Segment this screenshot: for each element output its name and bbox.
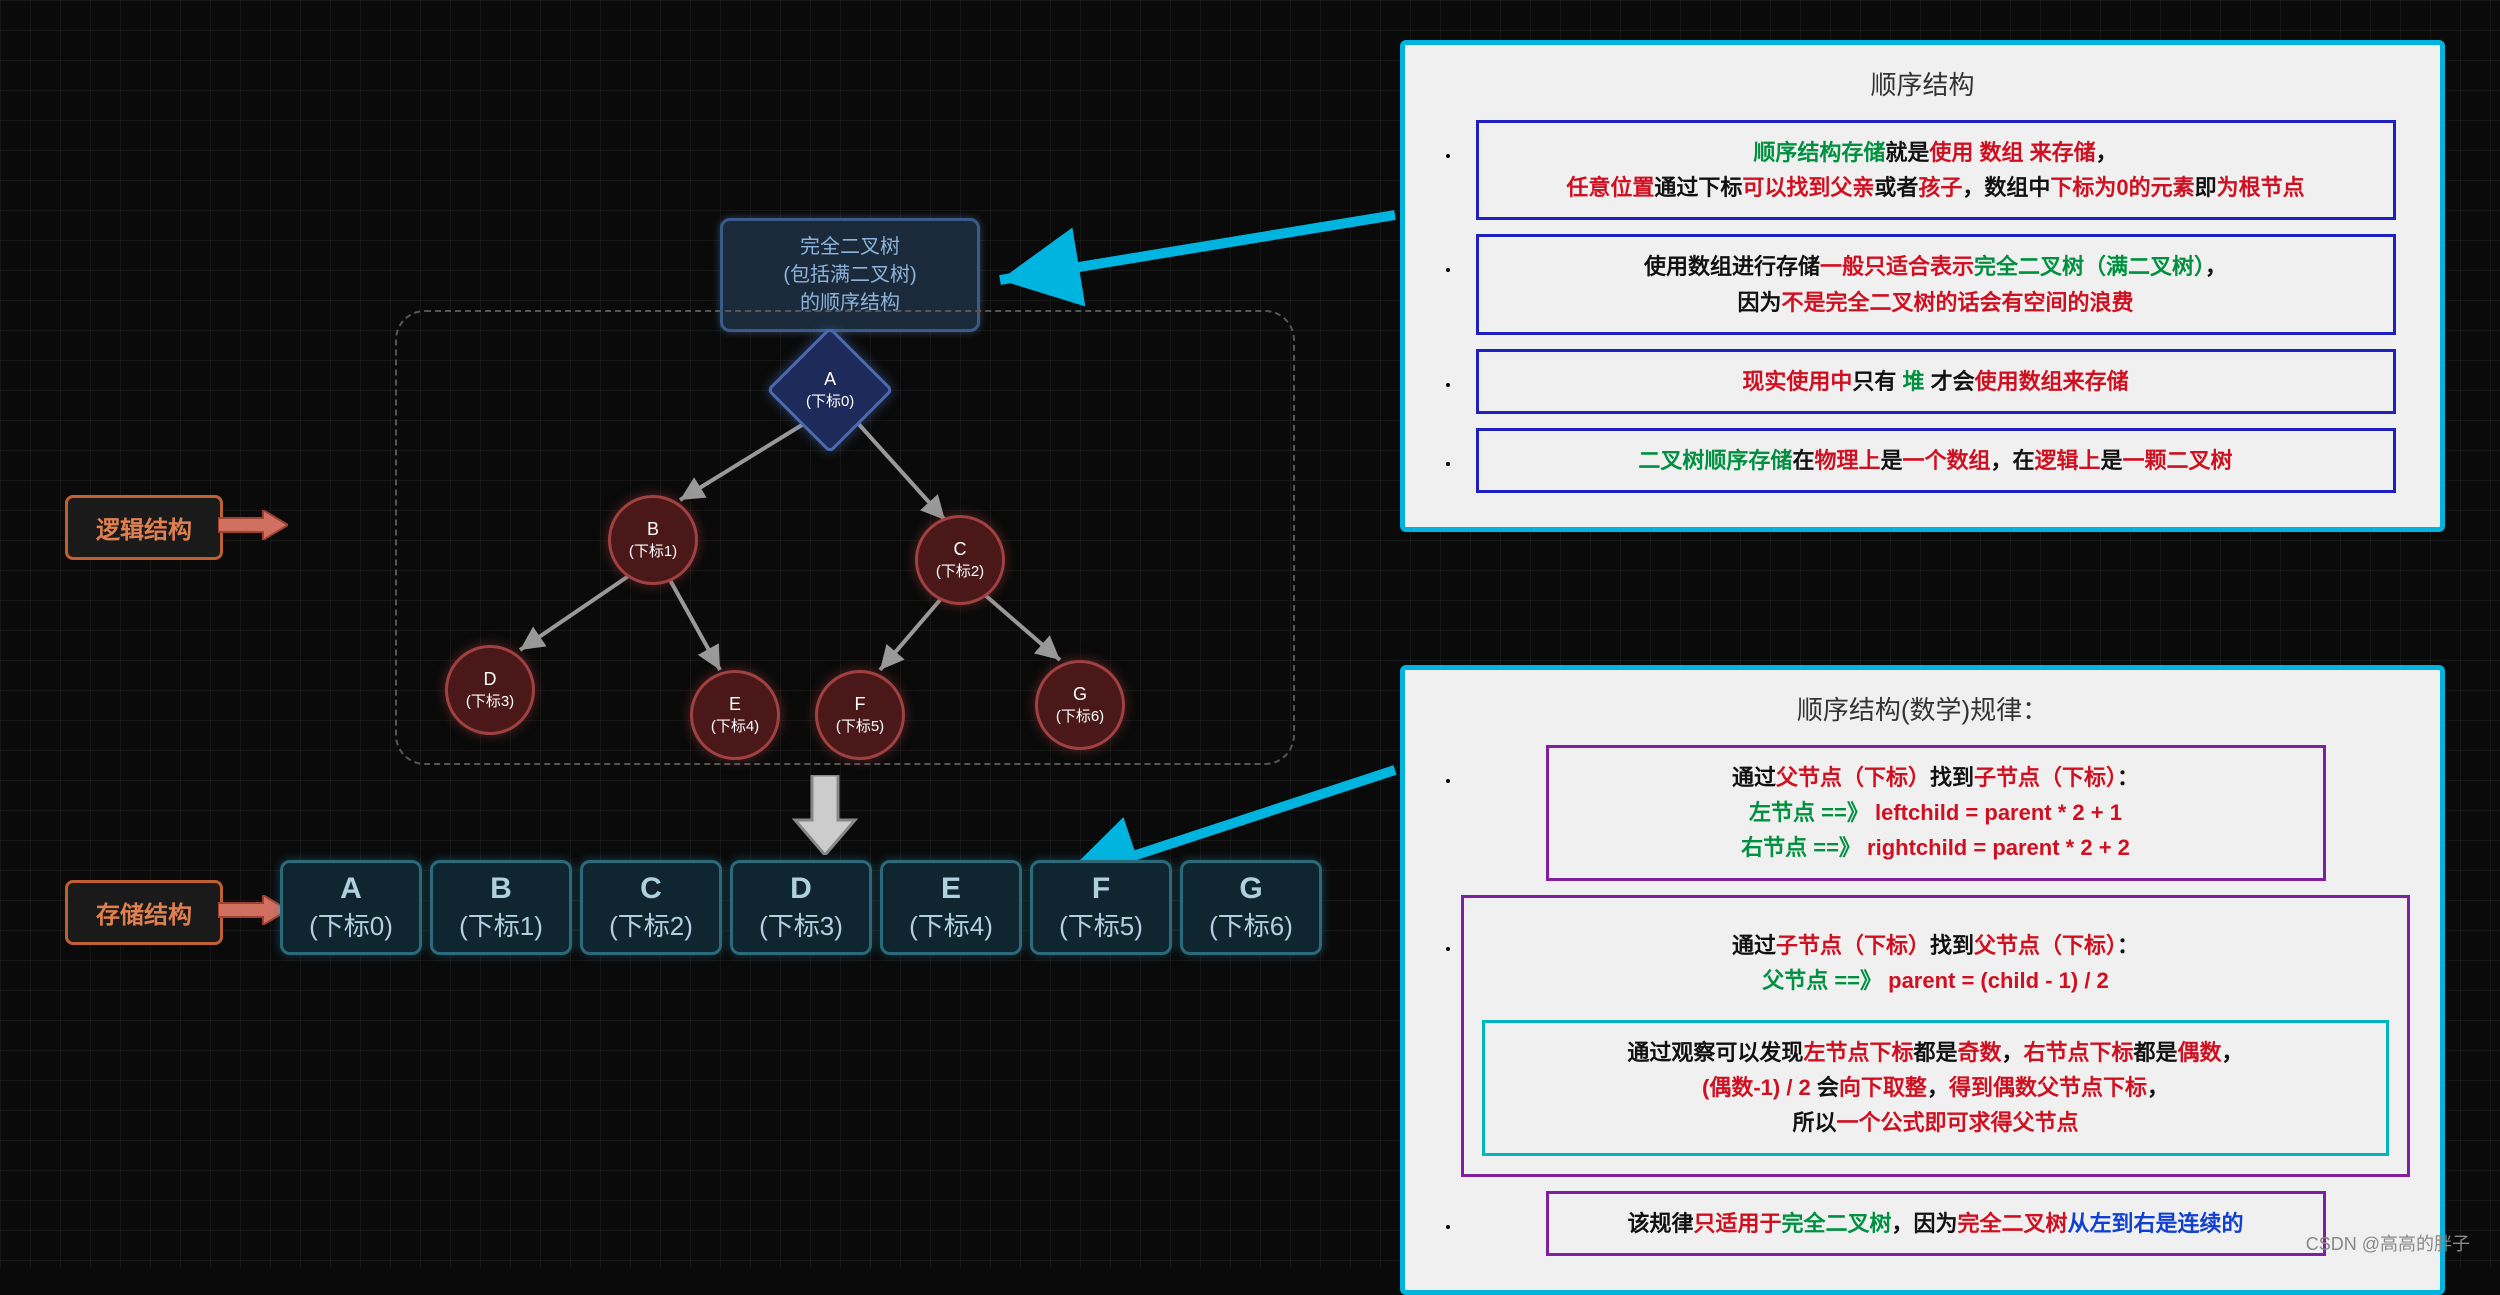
panel1-list: 顺序结构存储就是使用 数组 来存储，任意位置通过下标可以找到父亲或者孩子，数组中… <box>1435 120 2410 493</box>
array-cell-1: B(下标1) <box>430 860 572 955</box>
label-store: 存储结构 <box>65 880 223 945</box>
observation-box: 通过观察可以发现左节点下标都是奇数，右节点下标都是偶数，(偶数-1) / 2 会… <box>1482 1020 2389 1156</box>
panel-top: 顺序结构 顺序结构存储就是使用 数组 来存储，任意位置通过下标可以找到父亲或者孩… <box>1400 40 2445 532</box>
array-cell-0: A(下标0) <box>280 860 422 955</box>
watermark: CSDN @高高的胖子 <box>2306 1230 2470 1256</box>
array-cell-3: D(下标3) <box>730 860 872 955</box>
panel-title: 顺序结构 <box>1435 65 2410 102</box>
panel-bottom: 顺序结构(数学)规律： 通过父节点（下标）找到子节点（下标）：左节点 ==》 l… <box>1400 665 2445 1295</box>
down-arrow-icon <box>790 775 860 855</box>
label-logic: 逻辑结构 <box>65 495 223 560</box>
info-box: 使用数组进行存储一般只适合表示完全二叉树（满二叉树），因为不是完全二叉树的话会有… <box>1476 234 2396 334</box>
rule-box: 该规律只适用于完全二叉树，因为完全二叉树从左到右是连续的 <box>1546 1191 2326 1256</box>
node-G: G(下标6) <box>1035 660 1125 750</box>
info-box: 现实使用中只有 堆 才会使用数组来存储 <box>1476 349 2396 414</box>
array-cell-4: E(下标4) <box>880 860 1022 955</box>
array-cell-5: F(下标5) <box>1030 860 1172 955</box>
header-text: 完全二叉树 (包括满二叉树) 的顺序结构 <box>741 233 959 317</box>
info-box: 二叉树顺序存储在物理上是一个数组，在逻辑上是一颗二叉树 <box>1476 428 2396 493</box>
pink-arrow-icon <box>218 510 288 540</box>
panel2-list: 通过父节点（下标）找到子节点（下标）：左节点 ==》 leftchild = p… <box>1435 745 2410 1256</box>
array-cell-2: C(下标2) <box>580 860 722 955</box>
node-F: F(下标5) <box>815 670 905 760</box>
panel-title: 顺序结构(数学)规律： <box>1435 690 2410 727</box>
child-to-parent-wrapper: 通过子节点（下标）找到父节点（下标）：父节点 ==》 parent = (chi… <box>1461 895 2410 1177</box>
node-D: D(下标3) <box>445 645 535 735</box>
pink-arrow-icon <box>218 895 288 925</box>
array-row: A(下标0)B(下标1)C(下标2)D(下标3)E(下标4)F(下标5)G(下标… <box>280 860 1322 955</box>
node-C: C(下标2) <box>915 515 1005 605</box>
node-B: B(下标1) <box>608 495 698 585</box>
parent-to-child-box: 通过父节点（下标）找到子节点（下标）：左节点 ==》 leftchild = p… <box>1546 745 2326 881</box>
node-E: E(下标4) <box>690 670 780 760</box>
child-to-parent-box: 通过子节点（下标）找到父节点（下标）：父节点 ==》 parent = (chi… <box>1546 916 2326 1010</box>
array-cell-6: G(下标6) <box>1180 860 1322 955</box>
info-box: 顺序结构存储就是使用 数组 来存储，任意位置通过下标可以找到父亲或者孩子，数组中… <box>1476 120 2396 220</box>
